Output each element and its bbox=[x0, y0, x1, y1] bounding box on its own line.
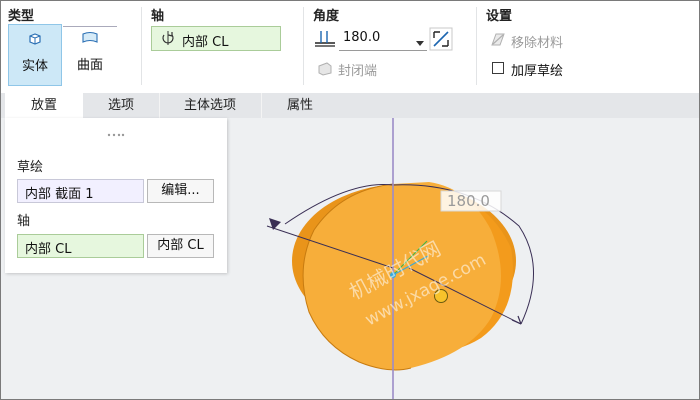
tab-bar: 放置 选项 主体选项 属性 bbox=[1, 93, 699, 118]
angle-variable-icon[interactable] bbox=[313, 27, 337, 49]
sketch-collector[interactable]: 内部 截面 1 bbox=[17, 179, 144, 203]
settings-group-title: 设置 bbox=[486, 9, 513, 24]
thicken-sketch-checkbox[interactable] bbox=[492, 62, 504, 74]
group-separator bbox=[141, 7, 142, 85]
surface-button[interactable]: 曲面 bbox=[63, 24, 117, 86]
tab-body-options[interactable]: 主体选项 bbox=[159, 93, 262, 118]
sketch-label: 草绘 bbox=[17, 160, 44, 175]
group-separator bbox=[476, 7, 477, 85]
group-separator bbox=[303, 7, 304, 85]
thicken-sketch-label[interactable]: 加厚草绘 bbox=[511, 60, 563, 79]
axis-group-title: 轴 bbox=[151, 9, 165, 24]
remove-material-label[interactable]: 移除材料 bbox=[511, 32, 563, 51]
panel-grip-handle[interactable] bbox=[107, 122, 125, 141]
edit-sketch-button[interactable]: 编辑... bbox=[147, 179, 214, 203]
solid-label: 实体 bbox=[21, 59, 48, 74]
flip-direction-icon[interactable] bbox=[429, 27, 453, 51]
remove-material-icon[interactable] bbox=[490, 31, 506, 51]
angle-value: 180.0 bbox=[343, 30, 381, 45]
chevron-down-icon bbox=[415, 33, 425, 52]
solid-button[interactable]: 实体 bbox=[8, 24, 62, 86]
revolve-axis-icon bbox=[160, 30, 176, 50]
capped-ends-icon[interactable] bbox=[317, 61, 333, 80]
angle-dropdown[interactable]: 180.0 bbox=[339, 27, 427, 51]
placement-panel: 草绘 内部 截面 1 编辑... 轴 内部 CL 内部 CL bbox=[5, 118, 227, 273]
capped-ends-label[interactable]: 封闭端 bbox=[338, 60, 377, 79]
internal-cl-button[interactable]: 内部 CL bbox=[147, 234, 214, 258]
axis-collector[interactable]: 内部 CL bbox=[151, 26, 281, 51]
graphics-viewport[interactable]: 180.0 机械时代网 www.jxage.com bbox=[229, 118, 699, 399]
panel-axis-collector-value: 内部 CL bbox=[25, 242, 72, 257]
surface-label: 曲面 bbox=[76, 58, 103, 73]
axis-label: 轴 bbox=[17, 214, 31, 229]
tab-placement[interactable]: 放置 bbox=[5, 93, 83, 118]
axis-collector-value: 内部 CL bbox=[182, 35, 229, 50]
panel-axis-collector[interactable]: 内部 CL bbox=[17, 234, 144, 258]
angle-group-title: 角度 bbox=[313, 9, 340, 24]
tab-options[interactable]: 选项 bbox=[83, 93, 160, 118]
type-group-title: 类型 bbox=[8, 9, 35, 24]
surface-icon bbox=[81, 30, 99, 50]
angle-dimension-value: 180.0 bbox=[447, 192, 490, 210]
window: 类型 实体 曲面 轴 内部 CL 角度 180.0 封闭端 设置 移除材料 加厚… bbox=[0, 0, 700, 400]
sketch-collector-value: 内部 截面 1 bbox=[25, 187, 94, 202]
solid-cube-icon bbox=[27, 31, 43, 51]
ribbon-dashboard: 类型 实体 曲面 轴 内部 CL 角度 180.0 封闭端 设置 移除材料 加厚… bbox=[1, 1, 699, 93]
tab-properties[interactable]: 属性 bbox=[261, 93, 339, 118]
